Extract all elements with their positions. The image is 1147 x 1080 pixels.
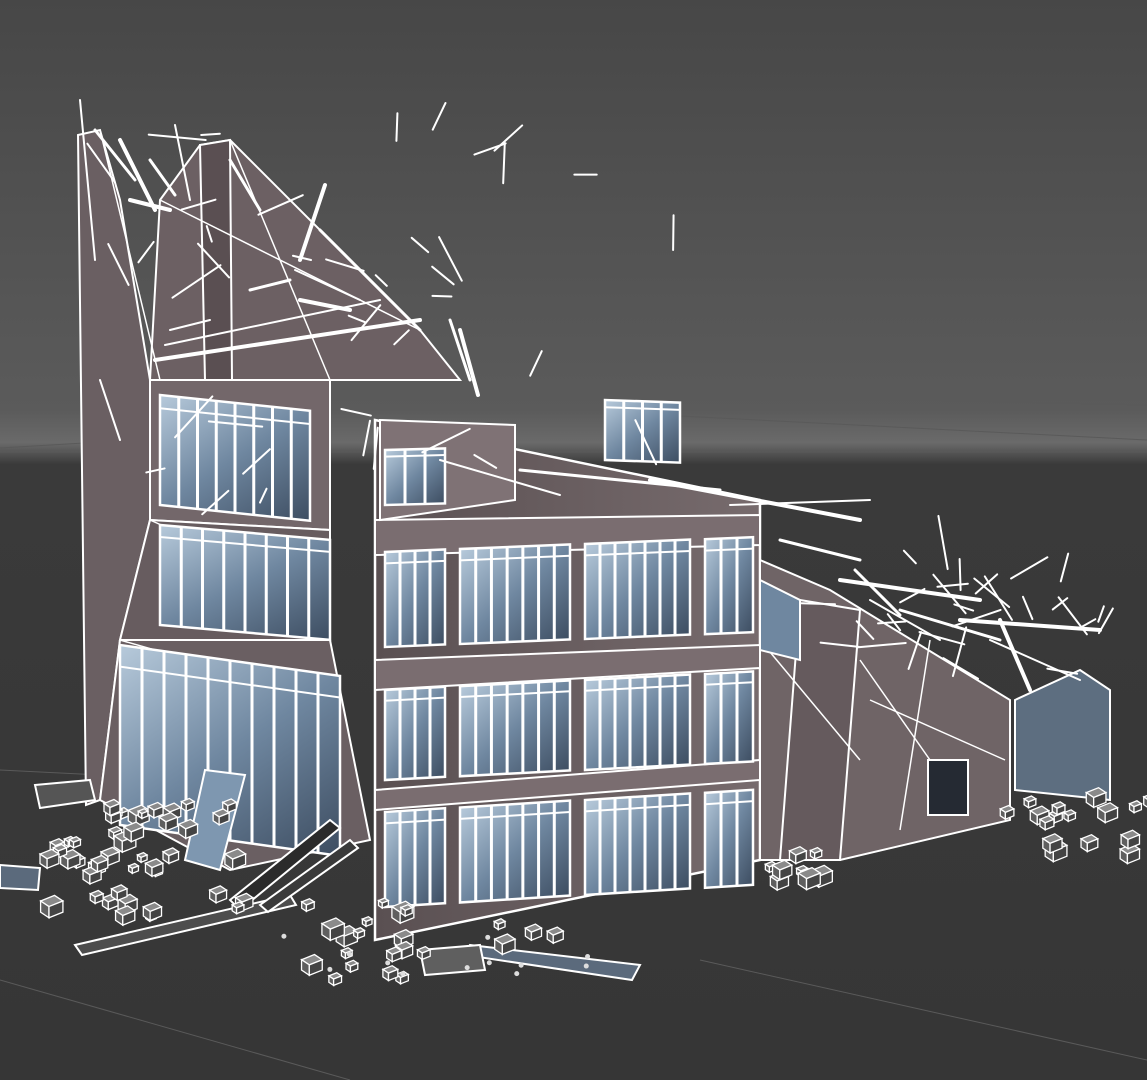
window-f1-b1	[383, 548, 447, 649]
pebble	[281, 933, 287, 939]
rubble-cube	[416, 945, 432, 961]
rubble-cube	[327, 971, 343, 987]
debris-splinter	[200, 132, 221, 136]
rubble-cube	[208, 885, 228, 905]
pebble	[514, 971, 520, 977]
pebble	[385, 960, 391, 966]
rubble-cube	[89, 854, 110, 874]
rubble-cube	[68, 836, 82, 849]
rubble-cube	[360, 915, 374, 928]
rubble-cube	[136, 808, 150, 820]
rubble-cube	[377, 897, 390, 910]
window-f3-b3	[583, 792, 692, 897]
left-window-upper	[158, 393, 312, 523]
window-f3-b4	[703, 788, 755, 890]
rubble-cube	[1128, 800, 1143, 814]
window-f2-b4	[703, 670, 755, 766]
window-f3-b1	[383, 806, 447, 909]
debris-splinter	[800, 602, 837, 606]
rubble-cube	[998, 804, 1016, 821]
rubble-cube	[809, 846, 824, 861]
pebble	[400, 971, 406, 977]
rubble-cube	[385, 946, 403, 963]
window-f1-b4	[703, 535, 755, 636]
debris-splinter	[431, 294, 453, 298]
rubble-cube	[230, 901, 246, 915]
rubble-cube	[146, 801, 165, 820]
window-f3-b2	[458, 799, 572, 904]
window-top-2	[603, 398, 682, 464]
pebble	[346, 951, 352, 957]
pebble	[585, 954, 591, 960]
rubble-cube	[136, 851, 149, 864]
rubble-cube	[381, 964, 400, 982]
window-f1-b2	[458, 543, 572, 646]
rubble-cube	[1079, 833, 1100, 853]
window-top-1	[383, 447, 447, 507]
pebble	[486, 960, 492, 966]
rubble-cube	[1022, 795, 1038, 809]
window-f1-b3	[583, 538, 692, 641]
rubble-cube	[492, 918, 507, 931]
rubble-cube	[211, 808, 231, 827]
pebble	[583, 963, 589, 969]
viewport-scene[interactable]	[0, 0, 1147, 1080]
rubble-cube	[1062, 809, 1077, 823]
rubble-cube	[399, 903, 414, 918]
pebble	[464, 965, 470, 971]
rubble-cube	[1038, 815, 1056, 831]
rubble-cube	[300, 898, 316, 913]
pebble	[327, 966, 333, 972]
3d-viewport[interactable]	[0, 0, 1147, 1080]
pebble	[518, 962, 524, 968]
rubble-cube	[102, 798, 122, 817]
left-window-middle	[158, 523, 332, 642]
rubble-cube	[1050, 801, 1067, 816]
rubble-cube	[180, 797, 196, 813]
rubble-cube	[127, 862, 140, 875]
right-wing-window	[927, 759, 969, 816]
rubble-cube	[523, 923, 543, 942]
rubble-cube	[545, 926, 565, 945]
rubble-cube	[344, 959, 360, 974]
rubble-cube	[788, 845, 808, 865]
pebble	[485, 934, 491, 940]
rubble-cube	[144, 858, 165, 878]
window-f2-b2	[458, 679, 572, 778]
debris-splinter	[395, 112, 399, 142]
rubble-cube	[88, 889, 105, 905]
rubble-cube	[161, 847, 180, 865]
window-f2-b3	[583, 673, 692, 772]
rubble-cube	[352, 926, 366, 940]
window-f2-b1	[383, 685, 447, 782]
rubble-cube	[110, 884, 129, 902]
